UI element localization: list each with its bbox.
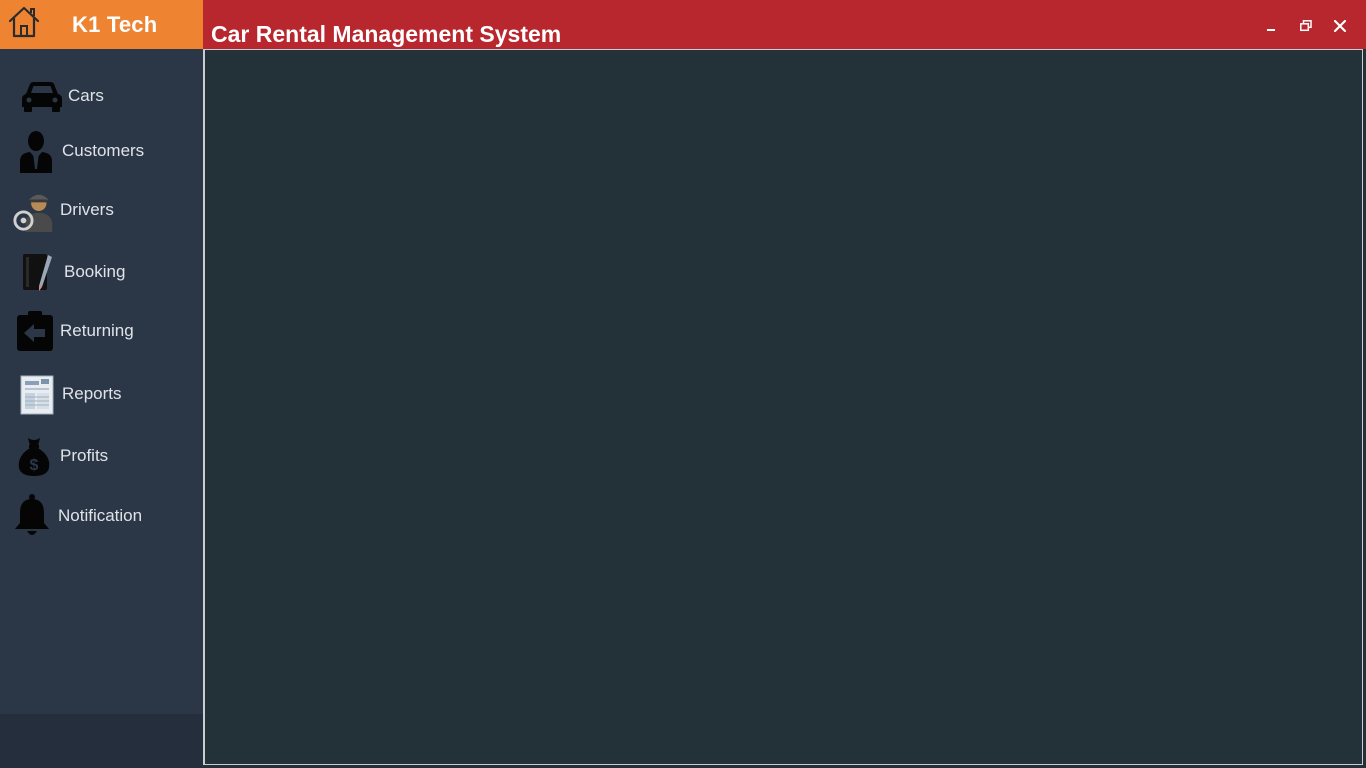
sidebar-footer <box>0 714 203 768</box>
minimize-button[interactable] <box>1264 20 1280 36</box>
sidebar-item-label: Customers <box>62 141 145 160</box>
sidebar-item-label: Cars <box>68 86 104 105</box>
sidebar-item-customers[interactable]: Customers <box>0 126 217 176</box>
svg-text:$: $ <box>30 457 39 474</box>
main-content-panel <box>203 49 1363 765</box>
app-window: K1 Tech Car Rental Management System Car… <box>0 0 1366 768</box>
booking-icon <box>16 250 60 294</box>
bell-icon <box>10 494 54 538</box>
brand-title: K1 Tech <box>72 11 158 37</box>
sidebar-item-notification[interactable]: Notification <box>0 491 213 541</box>
sidebar-item-label: Returning <box>60 321 134 340</box>
sidebar-item-label: Reports <box>62 384 122 403</box>
minimize-icon <box>1266 19 1278 37</box>
app-title: Car Rental Management System <box>211 21 562 47</box>
returning-icon <box>12 309 56 353</box>
sidebar-item-label: Notification <box>58 506 143 525</box>
window-controls <box>1264 19 1348 38</box>
sidebar-item-booking[interactable]: Booking <box>0 247 219 297</box>
home-button[interactable] <box>0 1 48 49</box>
sidebar-item-profits[interactable]: $ Profits <box>0 431 215 481</box>
close-icon <box>1333 19 1347 38</box>
customer-icon <box>14 129 58 173</box>
sidebar: Cars Customers Drivers Booking Returning… <box>0 49 203 768</box>
title-bar: Car Rental Management System <box>203 0 1366 49</box>
restore-button[interactable] <box>1298 20 1314 36</box>
sidebar-item-cars[interactable]: Cars <box>0 71 223 121</box>
brand-header: K1 Tech <box>0 0 203 49</box>
car-icon <box>20 74 64 118</box>
sidebar-item-reports[interactable]: Reports <box>0 369 217 419</box>
restore-icon <box>1300 19 1312 37</box>
driver-icon <box>12 188 56 232</box>
sidebar-item-label: Profits <box>60 446 109 465</box>
home-icon <box>7 5 41 44</box>
sidebar-item-returning[interactable]: Returning <box>0 306 215 356</box>
sidebar-item-label: Drivers <box>60 200 114 219</box>
reports-icon <box>14 372 58 416</box>
money-bag-icon: $ <box>12 434 56 478</box>
close-button[interactable] <box>1332 19 1348 38</box>
sidebar-item-drivers[interactable]: Drivers <box>0 185 215 235</box>
sidebar-item-label: Booking <box>64 262 126 281</box>
